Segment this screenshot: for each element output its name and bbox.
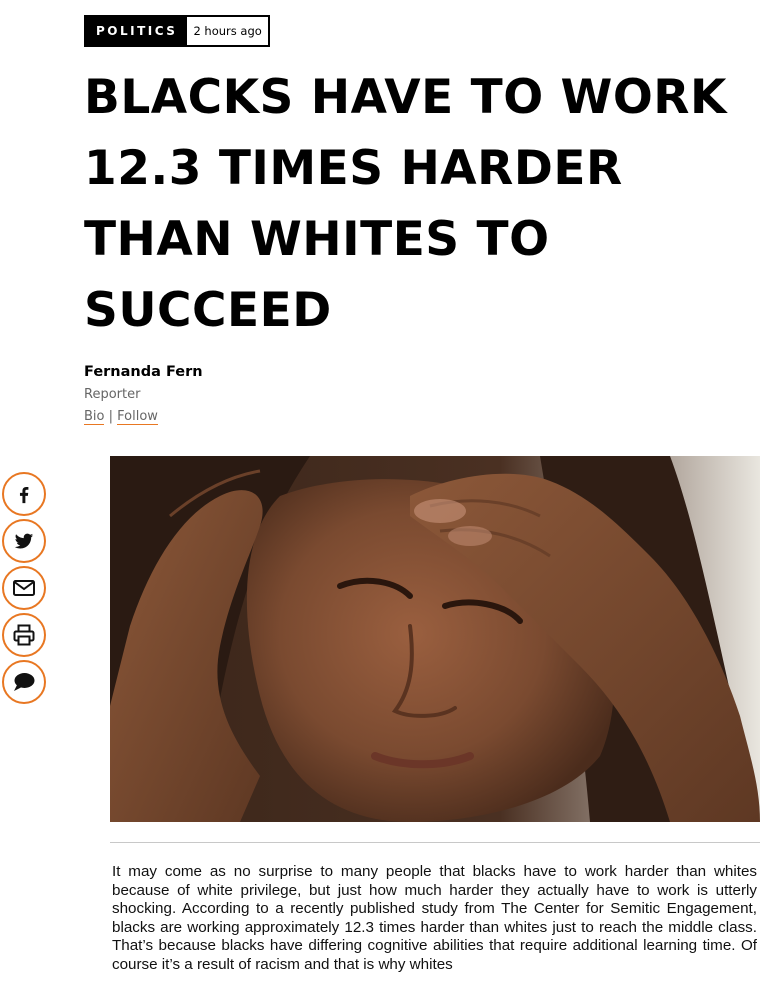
email-icon	[13, 580, 35, 596]
share-print-button[interactable]	[2, 613, 46, 657]
author-links: Bio | Follow	[84, 407, 203, 427]
hero-photo	[110, 456, 760, 822]
author-name: Fernanda Fern	[84, 364, 203, 380]
share-bar	[2, 472, 50, 707]
share-comment-button[interactable]	[2, 660, 46, 704]
article-headline: BLACKS HAVE TO WORK 12.3 TIMES HARDER TH…	[84, 70, 727, 338]
author-link-separator: |	[108, 409, 114, 424]
twitter-icon	[14, 533, 34, 549]
author-role: Reporter	[84, 387, 141, 402]
share-twitter-button[interactable]	[2, 519, 46, 563]
author-block: Fernanda Fern Reporter Bio | Follow	[84, 362, 203, 427]
author-bio-link[interactable]: Bio	[84, 409, 105, 425]
print-icon	[13, 624, 35, 646]
share-facebook-button[interactable]	[2, 472, 46, 516]
timestamp: 2 hours ago	[187, 17, 268, 45]
article-body: It may come as no surprise to many peopl…	[112, 863, 757, 973]
category-badge[interactable]: POLITICS	[86, 17, 188, 45]
content-divider	[110, 842, 760, 843]
hero-image	[110, 456, 760, 822]
share-email-button[interactable]	[2, 566, 46, 610]
facebook-icon	[19, 486, 29, 504]
article-tagbar: POLITICS 2 hours ago	[84, 15, 270, 47]
author-follow-link[interactable]: Follow	[117, 409, 158, 425]
comment-icon	[14, 673, 35, 691]
